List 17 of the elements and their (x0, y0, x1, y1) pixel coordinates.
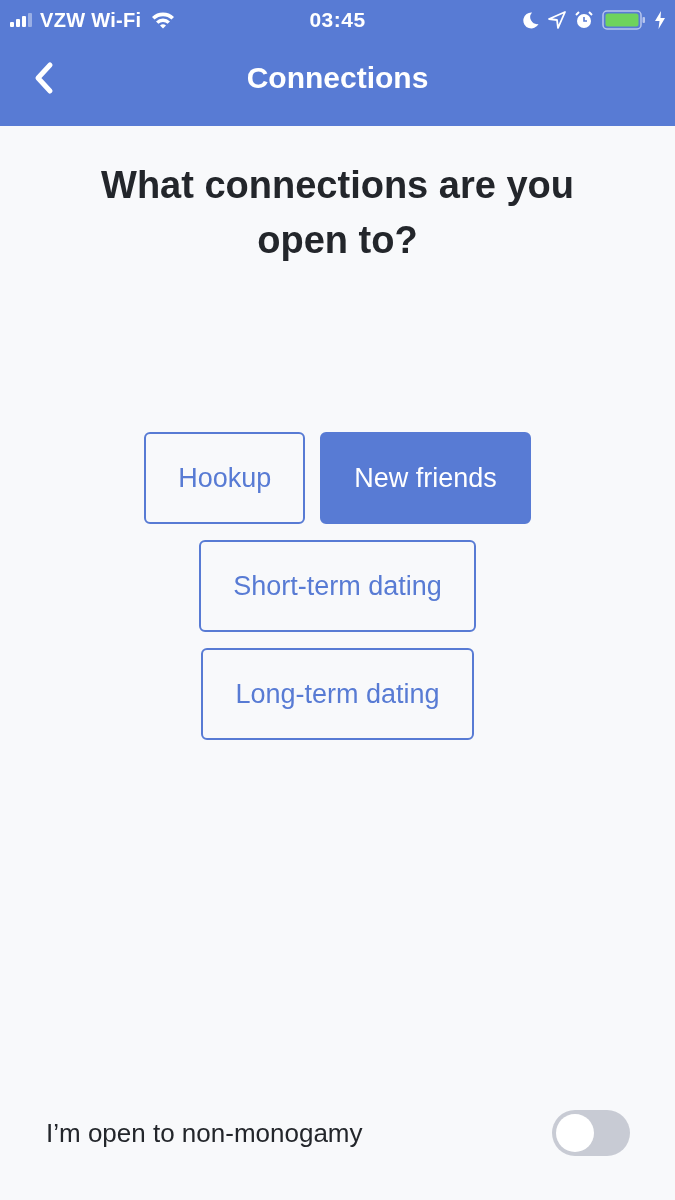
charging-bolt-icon (655, 11, 665, 29)
signal-icon (10, 13, 34, 27)
wifi-icon (151, 11, 176, 29)
toggle-switch[interactable] (552, 1110, 630, 1156)
location-arrow-icon (548, 11, 566, 29)
status-time: 03:45 (309, 8, 366, 32)
battery-icon (602, 10, 646, 30)
option-chip[interactable]: Hookup (144, 432, 306, 524)
question-heading: What connections are you open to? (100, 163, 575, 263)
alarm-clock-icon (575, 11, 593, 29)
option-chip[interactable]: Short-term dating (199, 540, 476, 632)
option-chip[interactable]: Long-term dating (201, 648, 474, 740)
option-chip[interactable]: New friends (320, 432, 531, 524)
screen-title: Connections (246, 61, 429, 95)
toggle-label: I’m open to non-monogamy (46, 1117, 364, 1149)
moon-icon (523, 11, 539, 29)
carrier-name: VZW Wi-Fi (40, 8, 142, 32)
